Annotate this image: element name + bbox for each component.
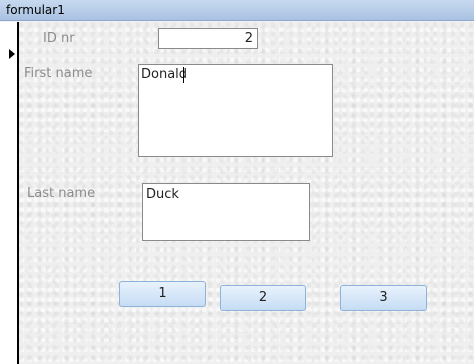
record-pointer-icon (9, 49, 15, 59)
button-2[interactable]: 2 (220, 285, 306, 311)
last-name-label: Last name (27, 186, 96, 201)
first-name-label: First name (24, 66, 93, 81)
button-1[interactable]: 1 (119, 281, 206, 307)
last-name-value: Duck (146, 187, 179, 202)
first-name-value: Donald (141, 67, 188, 82)
id-value: 2 (244, 31, 253, 46)
first-name-field[interactable]: Donald (138, 64, 333, 157)
text-cursor (183, 67, 184, 83)
id-field[interactable]: 2 (158, 28, 258, 49)
record-selector[interactable] (0, 22, 19, 364)
id-label: ID nr (43, 31, 75, 46)
form-title: formular1 (6, 3, 65, 17)
last-name-field[interactable]: Duck (142, 183, 310, 241)
form-title-bar: formular1 (0, 0, 474, 21)
button-3[interactable]: 3 (340, 285, 427, 311)
